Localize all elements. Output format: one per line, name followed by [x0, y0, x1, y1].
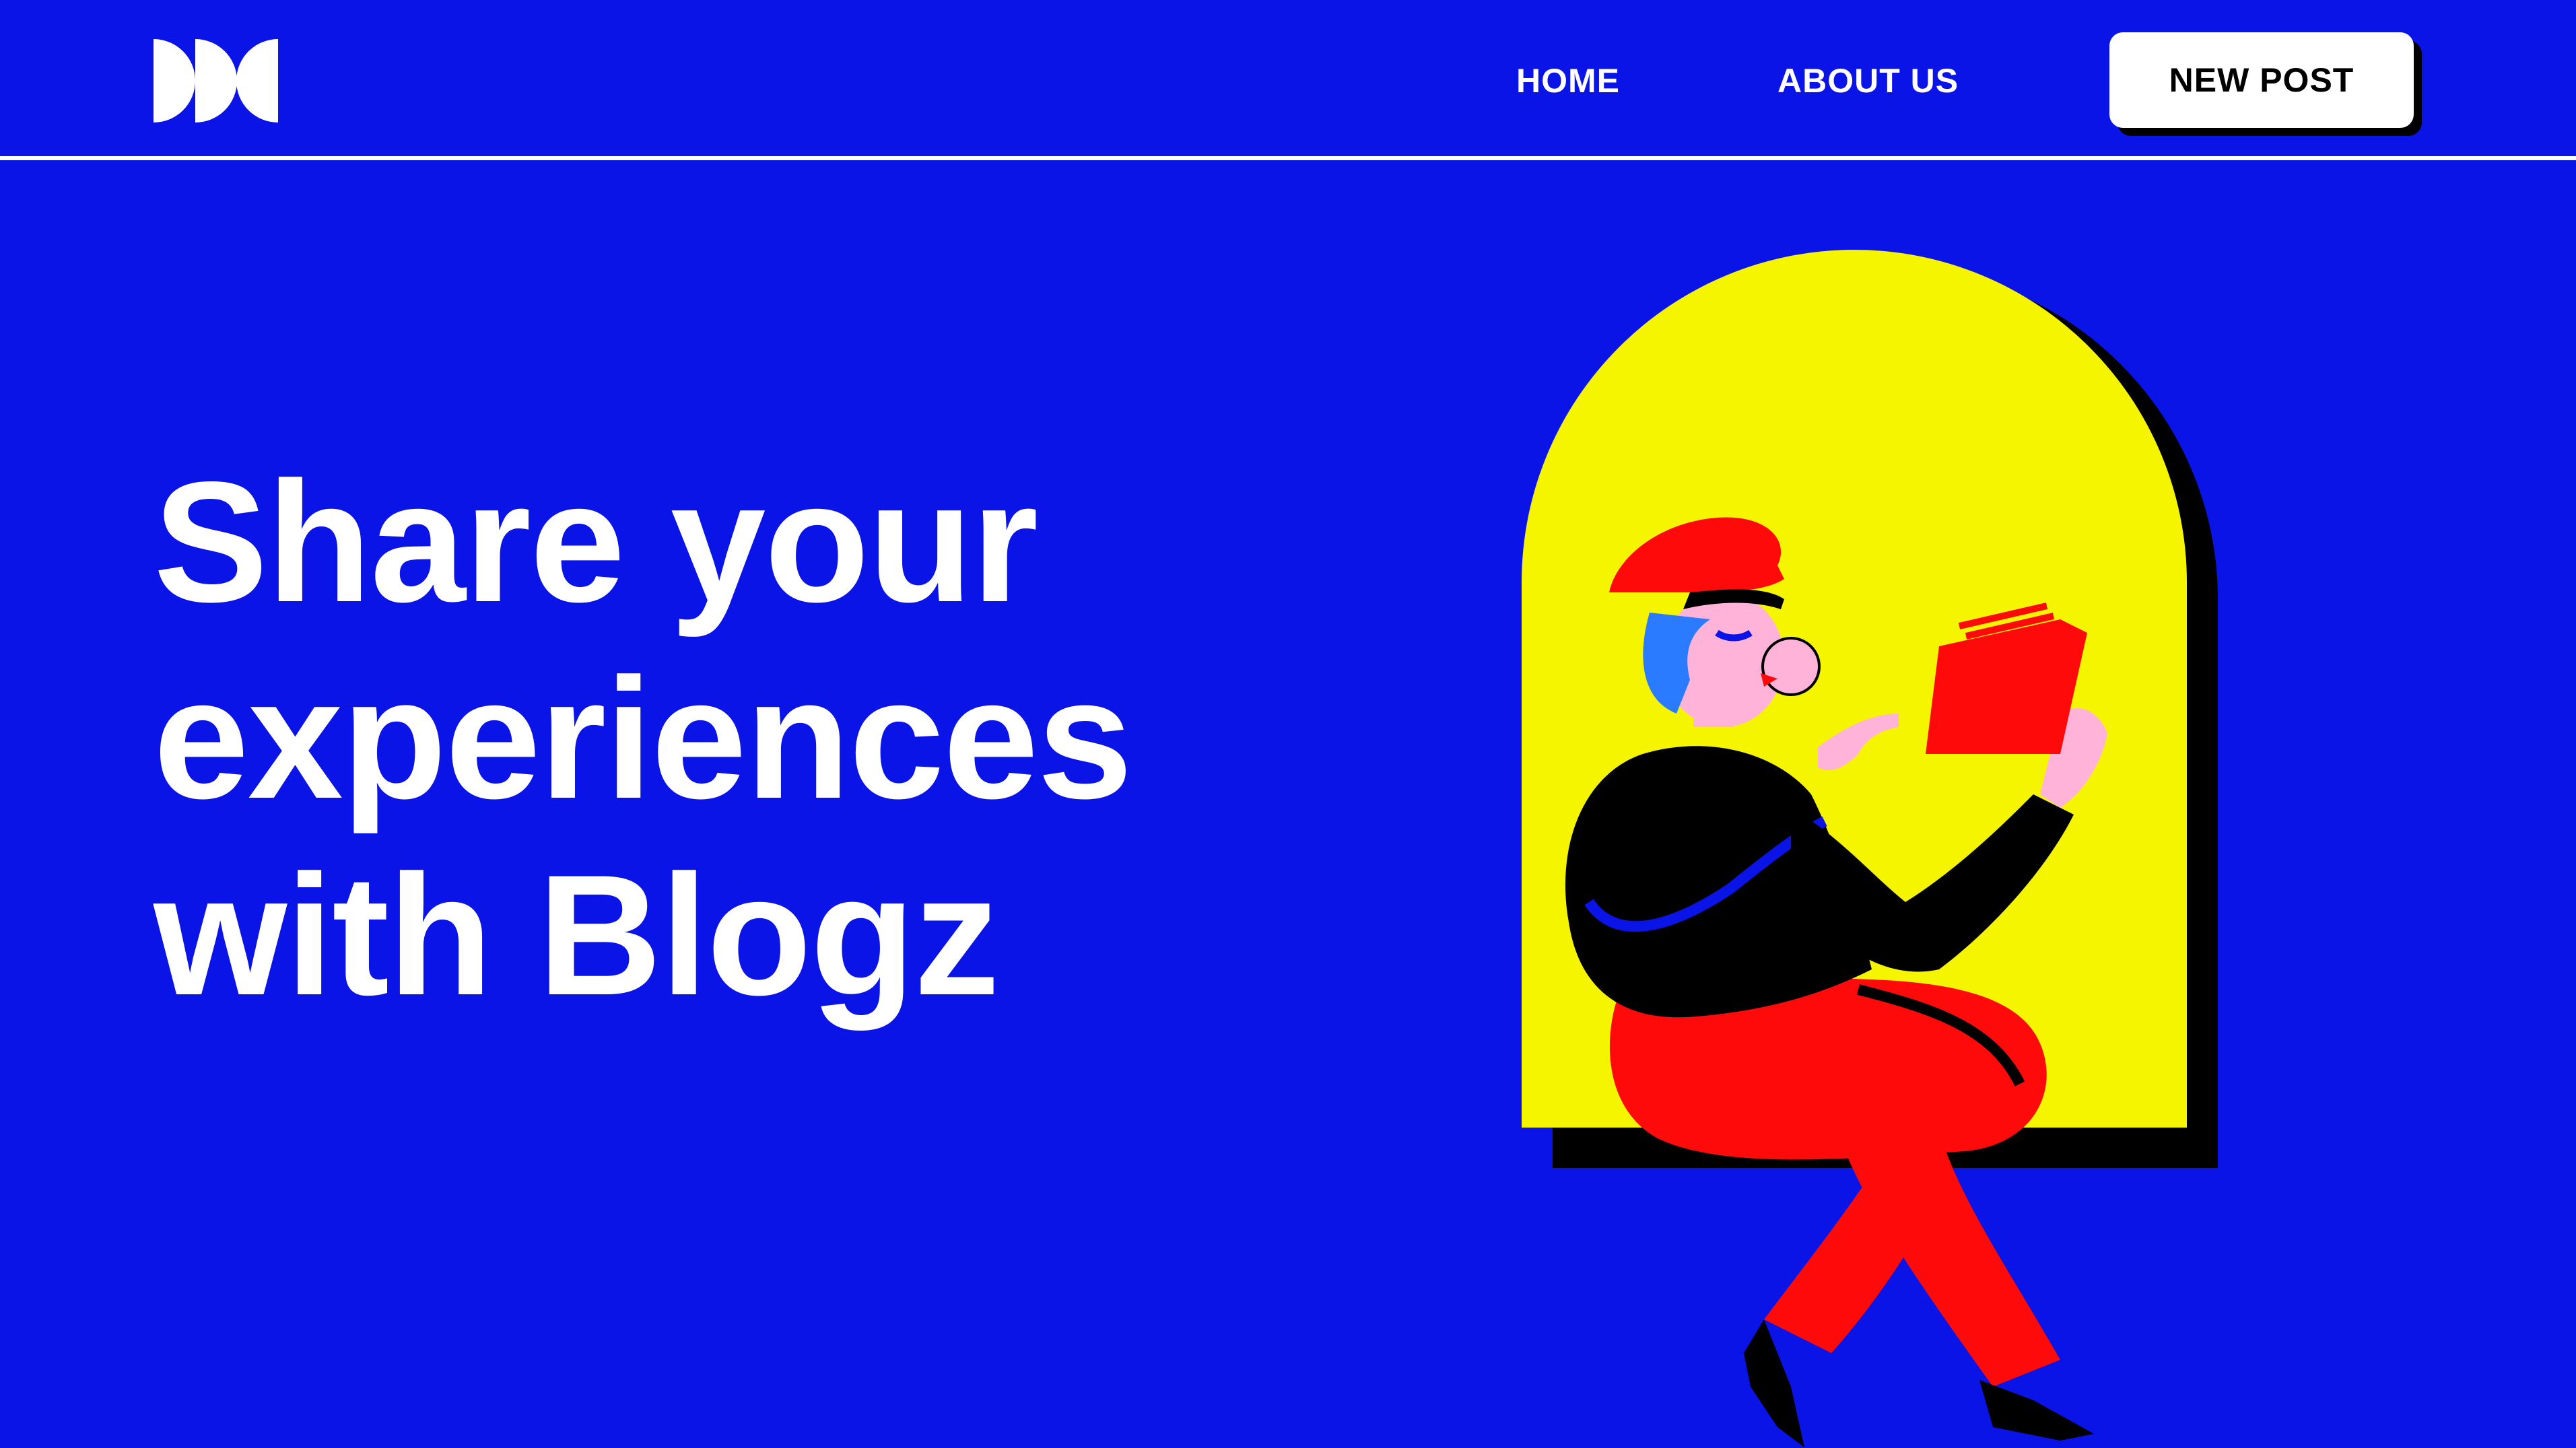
hero-title: Share your experiences with Blogz	[154, 444, 1132, 1034]
nav-about-link[interactable]: ABOUT US	[1777, 59, 1959, 102]
hero-title-line-3: with Blogz	[154, 839, 1000, 1031]
new-post-button[interactable]: NEW POST	[2109, 32, 2414, 128]
right-shoe	[1979, 1380, 2094, 1441]
hero-title-line-2: experiences	[154, 643, 1132, 835]
site-header: HOME ABOUT US NEW POST	[0, 0, 2576, 160]
bubble-gum	[1761, 637, 1821, 696]
nav-home-link[interactable]: HOME	[1516, 59, 1620, 102]
left-shoe	[1744, 1319, 1804, 1447]
person-reading-book-icon	[1522, 250, 2218, 1447]
blogz-logo-icon[interactable]	[154, 39, 278, 123]
new-post-button-wrapper: NEW POST	[2109, 32, 2422, 136]
hero-title-line-1: Share your	[154, 446, 1038, 638]
landing-page: HOME ABOUT US NEW POST Share your experi…	[0, 0, 2576, 1448]
